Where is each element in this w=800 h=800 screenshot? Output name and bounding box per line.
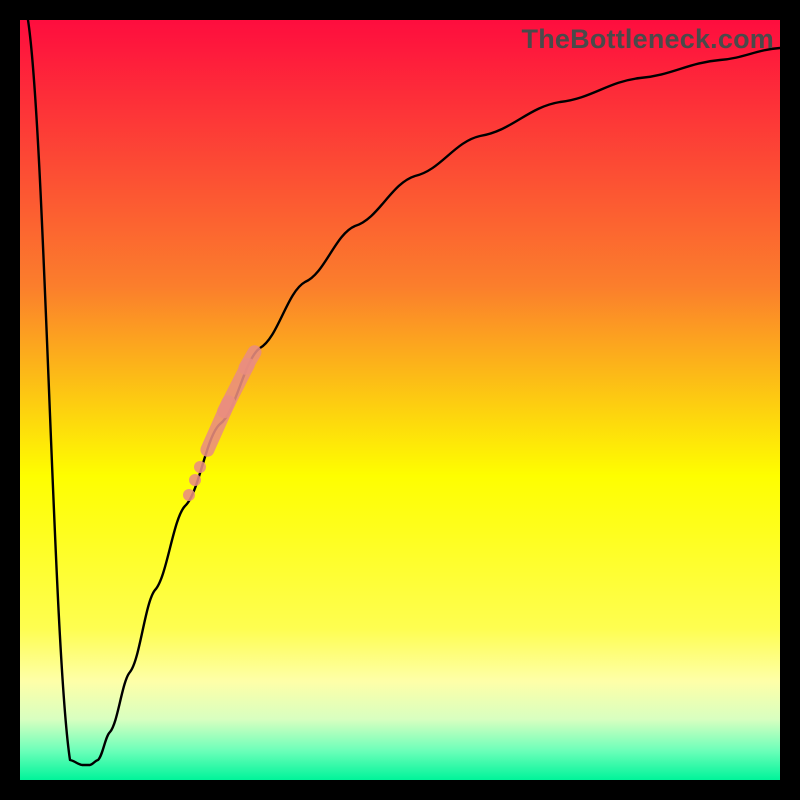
highlight-dot: [183, 489, 195, 501]
highlight-dot: [189, 474, 201, 486]
chart-frame: TheBottleneck.com: [0, 0, 800, 800]
bottleneck-curve: [28, 20, 780, 765]
watermark-text: TheBottleneck.com: [522, 24, 774, 55]
highlight-markers: [183, 343, 264, 501]
highlight-dot: [194, 461, 206, 473]
curve-layer: [20, 20, 780, 780]
highlight-capsule: [236, 343, 264, 378]
plot-area: [20, 20, 780, 780]
